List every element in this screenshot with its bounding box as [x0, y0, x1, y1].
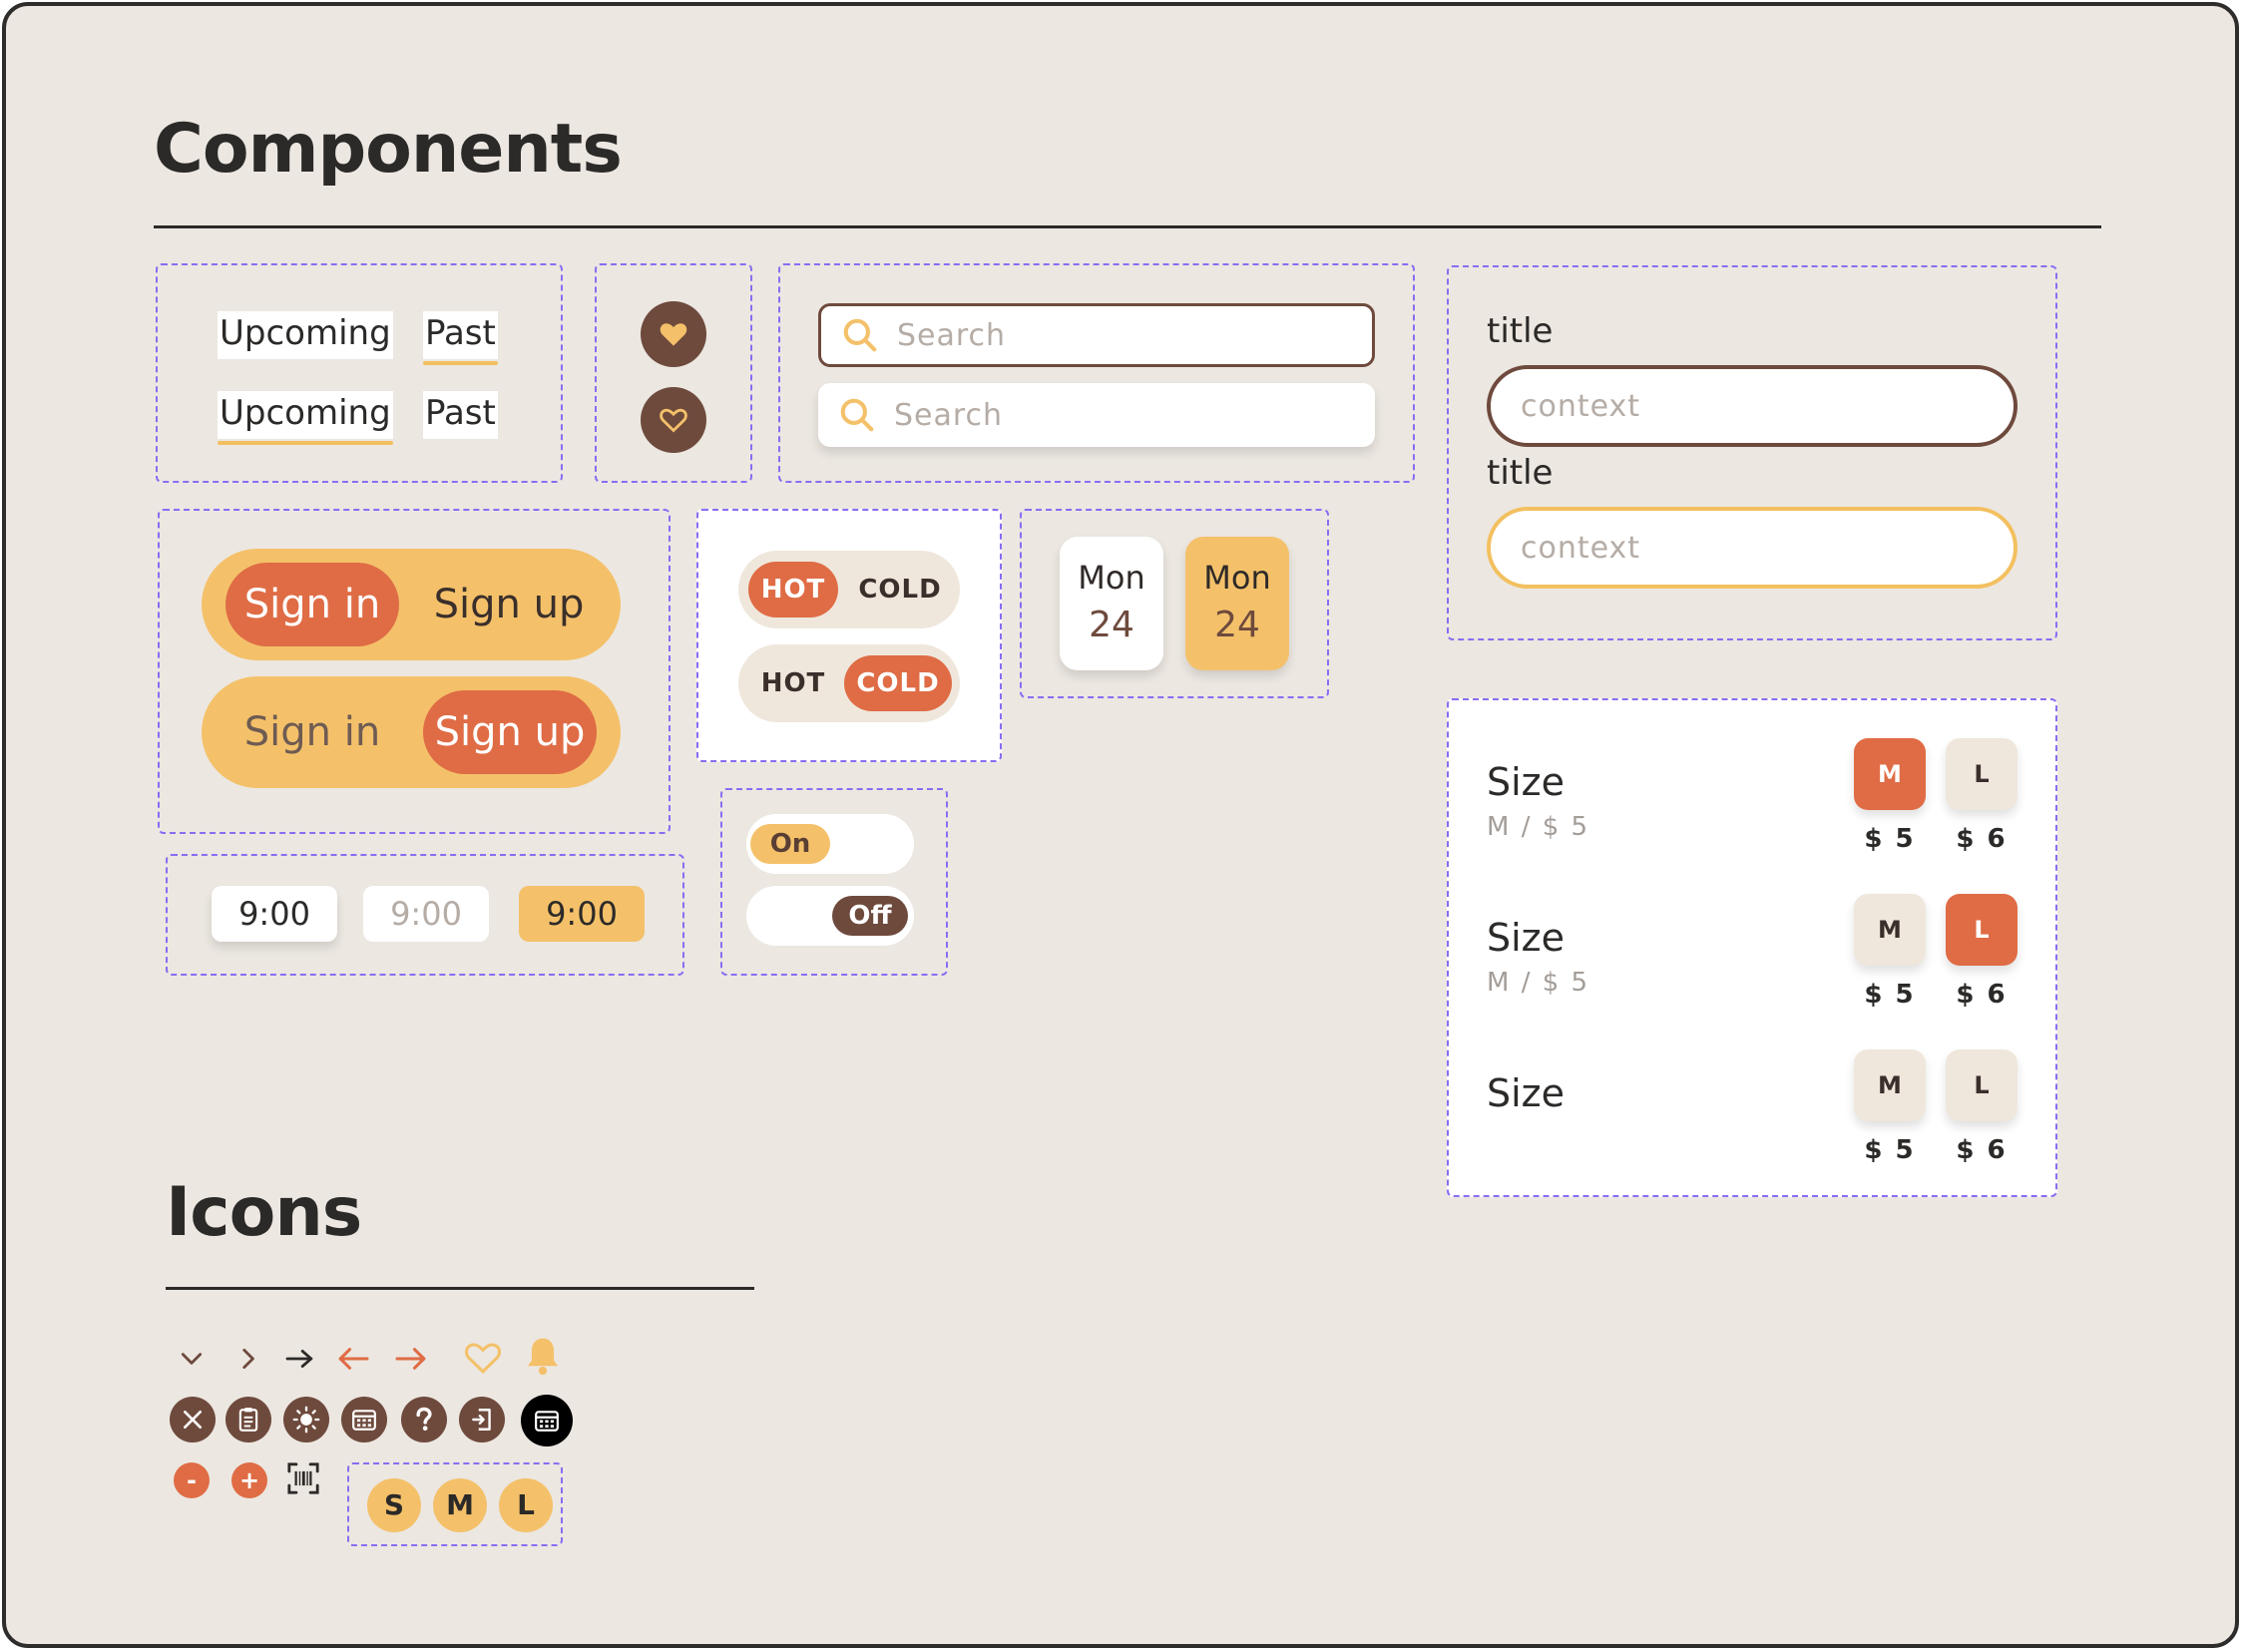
- components-divider: [154, 225, 2101, 228]
- switch-group: On Off: [720, 788, 948, 976]
- arrow-right-icon: [279, 1339, 321, 1379]
- time-chip[interactable]: 9:00: [212, 886, 337, 942]
- date-number: 24: [1214, 605, 1260, 645]
- tabs-group: Upcoming Past Upcoming Past: [156, 263, 563, 483]
- search-group: Search Search: [778, 263, 1415, 483]
- tab-upcoming[interactable]: Upcoming: [218, 311, 393, 359]
- heart-filled-icon: [660, 323, 687, 346]
- price-l: $ 6: [1956, 1135, 2008, 1165]
- search-placeholder: Search: [894, 397, 1004, 433]
- sign-up-button[interactable]: Sign up: [423, 690, 597, 774]
- clipboard-icon[interactable]: [225, 1397, 271, 1443]
- search-icon: [840, 398, 874, 432]
- barcode-scan-icon[interactable]: [283, 1458, 323, 1498]
- price-m: $ 5: [1864, 980, 1916, 1010]
- bell-icon: [521, 1333, 565, 1379]
- design-board: Components Upcoming Past Upcoming Past S…: [2, 2, 2239, 1648]
- size-chip-group: S M L: [347, 1462, 563, 1546]
- size-summary: M / $ 5: [1487, 812, 1590, 842]
- size-label: Size: [1487, 760, 1566, 804]
- date-day: Mon: [1203, 559, 1271, 597]
- price-m: $ 5: [1864, 824, 1916, 854]
- chevron-right-icon: [227, 1339, 267, 1379]
- heart-outline-icon: [461, 1337, 505, 1379]
- sign-in-button[interactable]: Sign in: [225, 690, 399, 774]
- time-chip-disabled[interactable]: 9:00: [363, 886, 489, 942]
- size-l-button-selected[interactable]: L: [1946, 894, 2018, 966]
- temperature-toggle-group: HOT COLD HOT COLD: [696, 509, 1002, 762]
- size-m-chip[interactable]: M: [433, 1478, 487, 1532]
- size-m-button[interactable]: M: [1854, 894, 1926, 966]
- hot-option[interactable]: HOT: [748, 655, 838, 711]
- arrow-right-icon: [389, 1339, 433, 1379]
- logout-icon[interactable]: [459, 1397, 505, 1443]
- heart-outline-icon: [660, 408, 687, 433]
- switch-off[interactable]: Off: [746, 886, 914, 946]
- auth-switch-signup: Sign in Sign up: [202, 676, 621, 788]
- tab-upcoming-active[interactable]: Upcoming: [218, 391, 393, 445]
- minus-button[interactable]: -: [174, 1462, 210, 1498]
- help-icon[interactable]: [401, 1397, 447, 1443]
- calendar-icon[interactable]: [341, 1397, 387, 1443]
- time-chip-group: 9:00 9:00 9:00: [166, 854, 684, 976]
- switch-off-knob: Off: [832, 896, 908, 936]
- sun-icon[interactable]: [283, 1397, 329, 1443]
- size-selector-group: Size M / $ 5 M L $ 5 $ 6 Size M / $ 5 M …: [1447, 698, 2057, 1197]
- chevron-down-icon: [172, 1339, 212, 1379]
- size-label: Size: [1487, 916, 1566, 960]
- size-l-chip[interactable]: L: [499, 1478, 553, 1532]
- text-field-highlighted[interactable]: context: [1487, 507, 2018, 589]
- field-label: title: [1487, 453, 1554, 493]
- sign-in-button[interactable]: Sign in: [225, 563, 399, 646]
- text-field-focused[interactable]: context: [1487, 365, 2018, 447]
- price-l: $ 6: [1956, 980, 2008, 1010]
- date-day: Mon: [1078, 559, 1145, 597]
- date-chip-group: Mon 24 Mon 24: [1020, 509, 1329, 698]
- sign-up-button[interactable]: Sign up: [419, 563, 599, 646]
- switch-on[interactable]: On: [746, 814, 914, 874]
- temperature-switch-cold: HOT COLD: [738, 644, 960, 722]
- date-chip-selected[interactable]: Mon 24: [1185, 537, 1289, 670]
- auth-switch-signin: Sign in Sign up: [202, 549, 621, 660]
- price-m: $ 5: [1864, 1135, 1916, 1165]
- size-summary: M / $ 5: [1487, 968, 1590, 998]
- search-input-shadow[interactable]: Search: [818, 383, 1375, 447]
- calendar-icon[interactable]: [521, 1395, 573, 1446]
- temperature-switch-hot: HOT COLD: [738, 551, 960, 628]
- icons-title: Icons: [166, 1173, 362, 1252]
- search-input-outlined[interactable]: Search: [818, 303, 1375, 367]
- size-m-button-selected[interactable]: M: [1854, 738, 1926, 810]
- icons-divider: [166, 1287, 754, 1290]
- favorite-group: [595, 263, 752, 483]
- time-chip-selected[interactable]: 9:00: [519, 886, 645, 942]
- hot-option[interactable]: HOT: [748, 562, 838, 618]
- size-m-button[interactable]: M: [1854, 1049, 1926, 1121]
- size-l-button[interactable]: L: [1946, 1049, 2018, 1121]
- tab-past[interactable]: Past: [423, 391, 498, 439]
- date-chip[interactable]: Mon 24: [1060, 537, 1163, 670]
- field-label: title: [1487, 311, 1554, 351]
- tab-past-active[interactable]: Past: [423, 311, 498, 365]
- cold-option[interactable]: COLD: [848, 562, 952, 618]
- date-number: 24: [1089, 605, 1134, 645]
- components-title: Components: [154, 110, 623, 189]
- favorite-filled-button[interactable]: [641, 301, 706, 367]
- arrow-left-icon: [331, 1339, 375, 1379]
- search-icon: [843, 318, 877, 352]
- plus-button[interactable]: +: [231, 1462, 267, 1498]
- auth-toggle-group: Sign in Sign up Sign in Sign up: [158, 509, 671, 834]
- switch-on-knob: On: [750, 824, 830, 864]
- close-icon[interactable]: [170, 1397, 216, 1443]
- size-s-chip[interactable]: S: [367, 1478, 421, 1532]
- search-placeholder: Search: [897, 317, 1007, 353]
- cold-option[interactable]: COLD: [844, 655, 952, 711]
- price-l: $ 6: [1956, 824, 2008, 854]
- size-label: Size: [1487, 1071, 1566, 1115]
- text-field-group: title context title context: [1447, 265, 2057, 640]
- size-l-button[interactable]: L: [1946, 738, 2018, 810]
- favorite-outline-button[interactable]: [641, 387, 706, 453]
